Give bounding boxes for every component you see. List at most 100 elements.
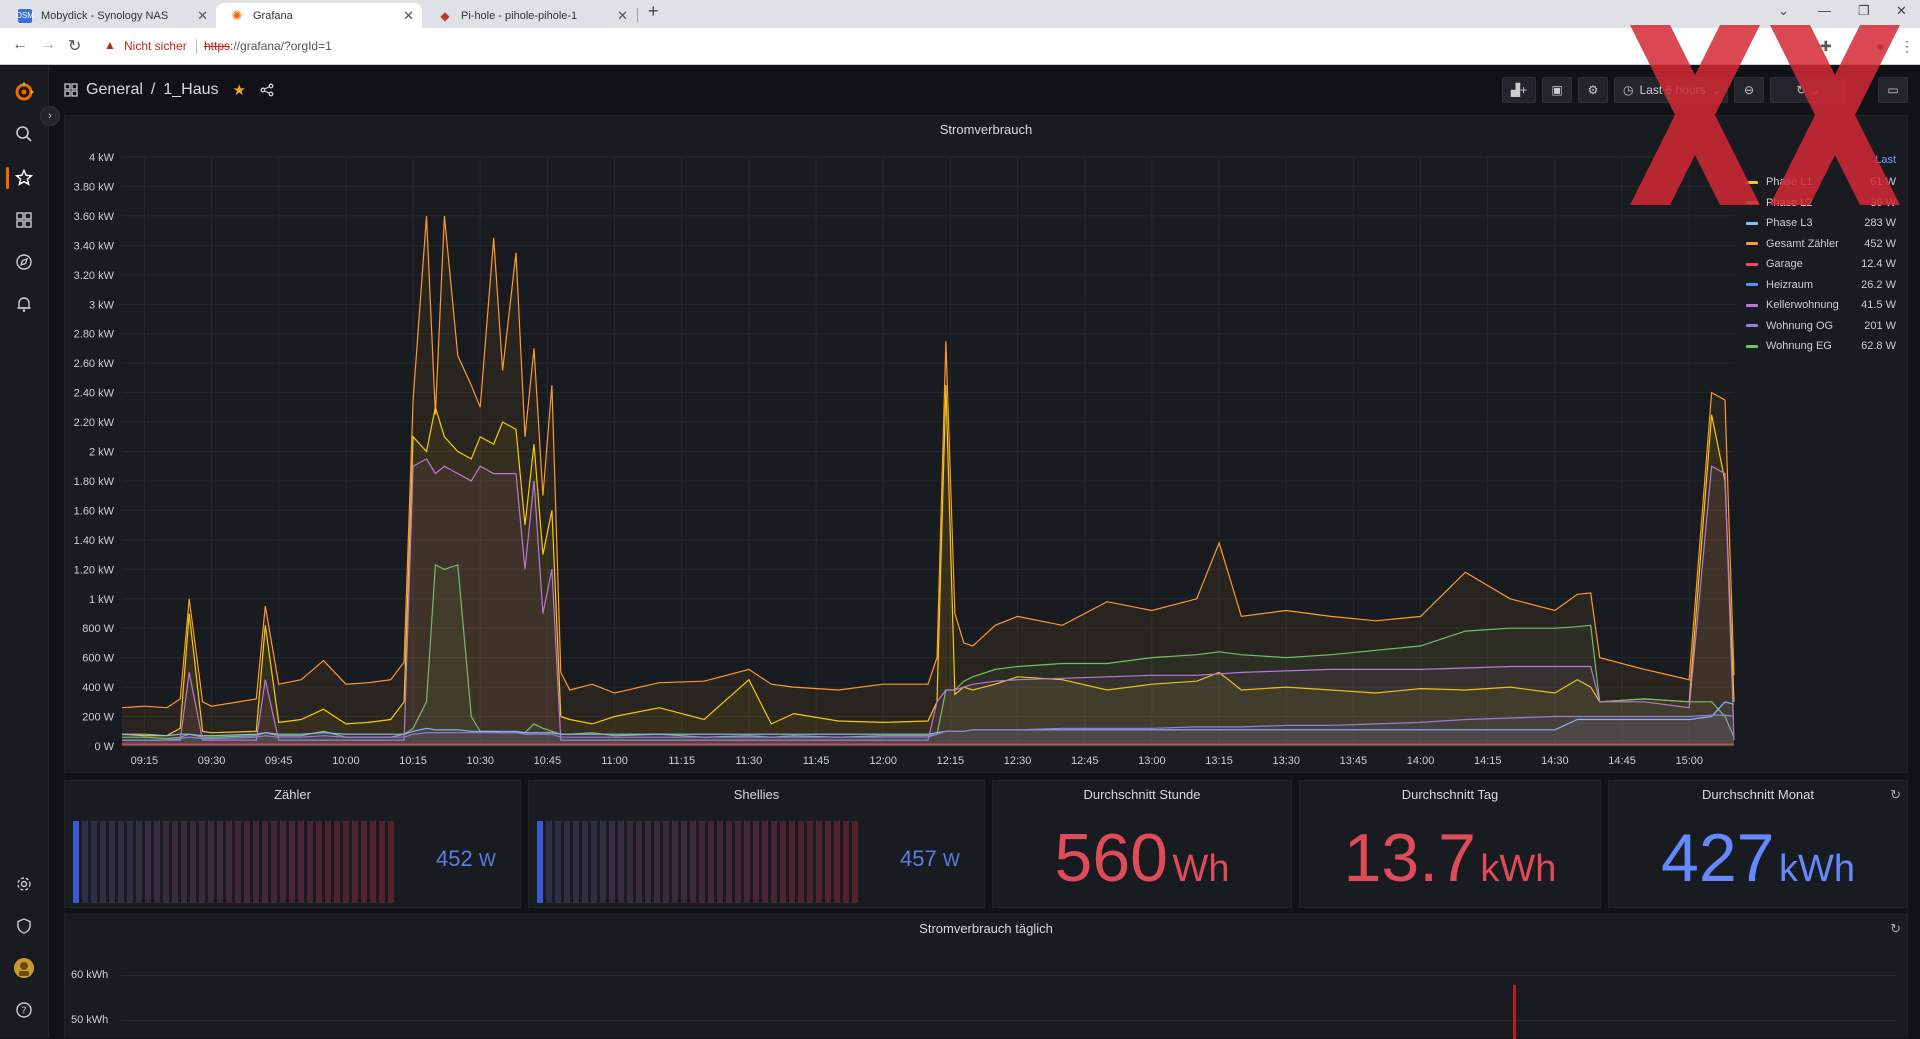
zaehler-panel[interactable]: Zähler 452 W — [64, 780, 521, 908]
tab-grafana[interactable]: ✺ Grafana ✕ — [216, 3, 422, 28]
gauge-segment — [154, 821, 160, 903]
tab-pihole[interactable]: ◆ Pi-hole - pihole-pihole-1 ✕ — [424, 3, 636, 28]
gauge-segment — [91, 821, 97, 903]
legend-header-last[interactable]: Last — [1875, 154, 1896, 166]
new-tab-icon[interactable]: + — [648, 1, 659, 22]
refresh-icon[interactable]: ↻ — [1890, 921, 1901, 937]
stat-number: 13.7 — [1343, 820, 1476, 896]
zoom-out-button[interactable]: ⊖ — [1734, 77, 1764, 103]
chevron-down-icon[interactable]: ⌄ — [1778, 3, 1789, 19]
gauge-segment — [717, 821, 723, 903]
add-panel-button[interactable]: ▟+ — [1502, 77, 1536, 103]
legend-last-value: 36 W — [1870, 196, 1896, 209]
stat-value: 560 Wh — [993, 819, 1291, 897]
active-indicator — [6, 167, 9, 189]
legend-name: Gesamt Zähler — [1766, 237, 1839, 250]
gear-icon[interactable] — [13, 873, 35, 895]
bell-icon[interactable] — [13, 293, 35, 315]
breadcrumb-separator: / — [150, 81, 156, 98]
gauge-segment — [217, 821, 223, 903]
legend-item[interactable]: Kellerwohnung 41.5 W — [1746, 297, 1896, 313]
shellies-panel[interactable]: Shellies 457 W — [528, 780, 985, 908]
close-icon[interactable]: ✕ — [197, 8, 208, 24]
stromverbrauch-taeglich-panel[interactable]: Stromverbrauch täglich ↻ 60 kWh 50 kWh — [64, 914, 1908, 1039]
settings-button[interactable]: ⚙ — [1578, 77, 1608, 103]
breadcrumb-folder[interactable]: General — [86, 81, 143, 99]
profile-icon[interactable]: ● — [1876, 38, 1884, 54]
stromverbrauch-panel[interactable]: Stromverbrauch — [64, 115, 1908, 773]
share-icon[interactable] — [260, 83, 274, 97]
legend-item[interactable]: Wohnung EG 62.8 W — [1746, 338, 1896, 354]
refresh-button[interactable]: ↻ ⌄ — [1770, 77, 1846, 103]
stat-number: 427 — [1661, 820, 1775, 896]
legend-item[interactable]: Phase L2 36 W — [1746, 195, 1896, 211]
gauge-segment — [771, 821, 777, 903]
durchschnitt-tag-panel[interactable]: Durchschnitt Tag 13.7 kWh — [1299, 780, 1601, 908]
close-icon[interactable]: ✕ — [617, 8, 628, 24]
puzzle-icon[interactable]: ✚ — [1820, 38, 1832, 55]
avatar[interactable] — [13, 957, 35, 979]
save-button[interactable]: ▣ — [1542, 77, 1572, 103]
gauge-segment — [208, 821, 214, 903]
shield-icon[interactable] — [13, 915, 35, 937]
gauge-segment — [546, 821, 552, 903]
gauge-segment — [136, 821, 142, 903]
gauge-segment — [636, 821, 642, 903]
durchschnitt-stunde-panel[interactable]: Durchschnitt Stunde 560 Wh — [992, 780, 1292, 908]
gauge-segment — [361, 821, 367, 903]
legend-item[interactable]: Gesamt Zähler 452 W — [1746, 236, 1896, 252]
legend-item[interactable]: Phase L1 61 W — [1746, 174, 1896, 190]
gauge-segment — [618, 821, 624, 903]
panel-title: Durchschnitt Tag — [1401, 787, 1499, 802]
grid-line — [121, 975, 1897, 976]
restore-icon[interactable]: ❐ — [1858, 3, 1870, 19]
y-tick-label: 50 kWh — [71, 1014, 109, 1026]
tab-synology[interactable]: DSM Mobydick - Synology NAS ✕ — [4, 3, 216, 28]
dashboards-icon[interactable] — [13, 209, 35, 231]
durchschnitt-monat-panel[interactable]: Durchschnitt Monat ↻ 427 kWh — [1608, 780, 1908, 908]
tv-mode-button[interactable]: ▭ — [1878, 77, 1908, 103]
help-icon[interactable]: ? — [13, 999, 35, 1021]
window-close-icon[interactable]: ✕ — [1896, 3, 1907, 19]
monitor-icon: ▭ — [1887, 83, 1899, 97]
explore-icon[interactable] — [13, 251, 35, 273]
panel-title: Durchschnitt Stunde — [1083, 787, 1201, 802]
gauge-segment — [627, 821, 633, 903]
bar-gauge — [537, 821, 858, 903]
legend-last-value: 41.5 W — [1861, 299, 1896, 311]
page-title[interactable]: 1_Haus — [163, 81, 218, 99]
gauge-segment — [307, 821, 313, 903]
menu-icon[interactable]: ⋮ — [1900, 38, 1914, 55]
gauge-segment — [537, 821, 543, 903]
url-scheme: https — [204, 39, 231, 53]
back-icon[interactable]: ← — [12, 36, 28, 54]
minimize-icon[interactable]: — — [1818, 3, 1831, 18]
legend-item[interactable]: Wohnung OG 201 W — [1746, 318, 1896, 334]
insecure-label[interactable]: Nicht sicher — [124, 39, 187, 53]
stat-unit: Wh — [1172, 848, 1230, 890]
gauge-segment — [690, 821, 696, 903]
forward-icon[interactable]: → — [40, 36, 56, 54]
gauge-segment — [789, 821, 795, 903]
legend-item[interactable]: Garage 12.4 W — [1746, 256, 1896, 272]
legend-swatch — [1746, 242, 1758, 245]
gauge-segment — [199, 821, 205, 903]
time-picker-button[interactable]: ◷ Last 6 hours ⌄ — [1614, 77, 1728, 103]
gauge-segment — [762, 821, 768, 903]
gauge-segment — [118, 821, 124, 903]
url-field[interactable]: https://grafana/?orgId=1 — [204, 39, 332, 53]
reload-icon[interactable]: ↻ — [68, 36, 81, 56]
legend-item[interactable]: Phase L3 283 W — [1746, 215, 1896, 231]
close-icon[interactable]: ✕ — [403, 8, 414, 24]
legend-swatch — [1746, 324, 1758, 327]
gauge-segment — [172, 821, 178, 903]
legend-item[interactable]: Heizraum 26.2 W — [1746, 277, 1896, 293]
refresh-icon[interactable]: ↻ — [1890, 787, 1901, 803]
legend-last-value: 12.4 W — [1861, 258, 1896, 270]
star-icon[interactable]: ★ — [233, 81, 246, 99]
search-icon[interactable] — [13, 123, 35, 145]
grafana-logo-icon[interactable] — [13, 81, 35, 103]
gauge-segment — [343, 821, 349, 903]
star-icon[interactable] — [13, 167, 35, 189]
gauge-segment — [109, 821, 115, 903]
